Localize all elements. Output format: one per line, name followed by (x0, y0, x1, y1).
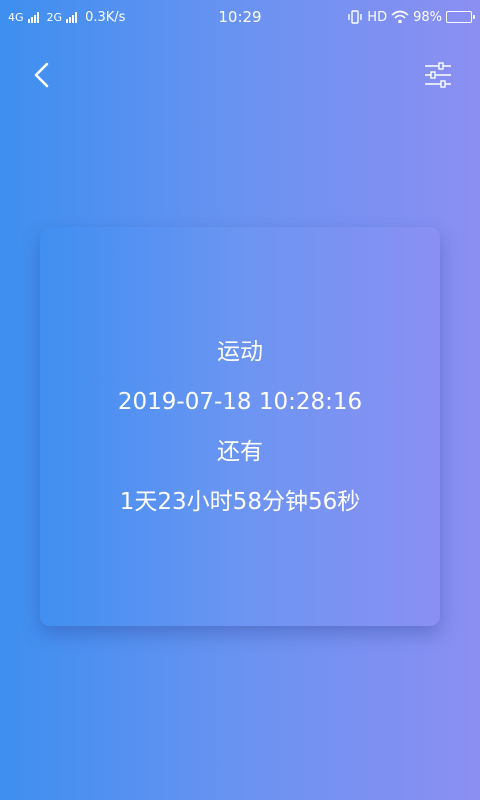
chevron-left-icon (34, 62, 49, 88)
network-4g-label: 4G (8, 10, 24, 24)
event-name: 运动 (217, 338, 263, 365)
status-bar: 4G 2G 0.3K/s HD 98% (0, 0, 480, 34)
network-2g-label: 2G (46, 10, 63, 24)
back-button[interactable] (26, 58, 56, 92)
sliders-icon (425, 62, 451, 88)
status-right: HD 98% (347, 9, 475, 25)
signal-2g-icon (66, 11, 78, 23)
countdown-value: 1天23小时58分钟56秒 (119, 488, 361, 515)
vibrate-icon (348, 10, 362, 24)
event-datetime: 2019-07-18 10:28:16 (117, 388, 363, 415)
battery-percent: 98% (413, 9, 442, 25)
countdown-card[interactable]: 运动 2019-07-18 10:28:16 还有 1天23小时58分钟56秒 (40, 227, 440, 626)
remaining-label: 还有 (217, 438, 263, 465)
signal-4g-icon (27, 11, 39, 23)
wifi-icon (391, 10, 409, 24)
hd-label: HD (367, 9, 388, 25)
battery-icon (446, 11, 475, 23)
status-left: 4G 2G 0.3K/s (8, 10, 125, 25)
settings-button[interactable] (420, 58, 456, 92)
network-speed: 0.3K/s (85, 9, 126, 25)
